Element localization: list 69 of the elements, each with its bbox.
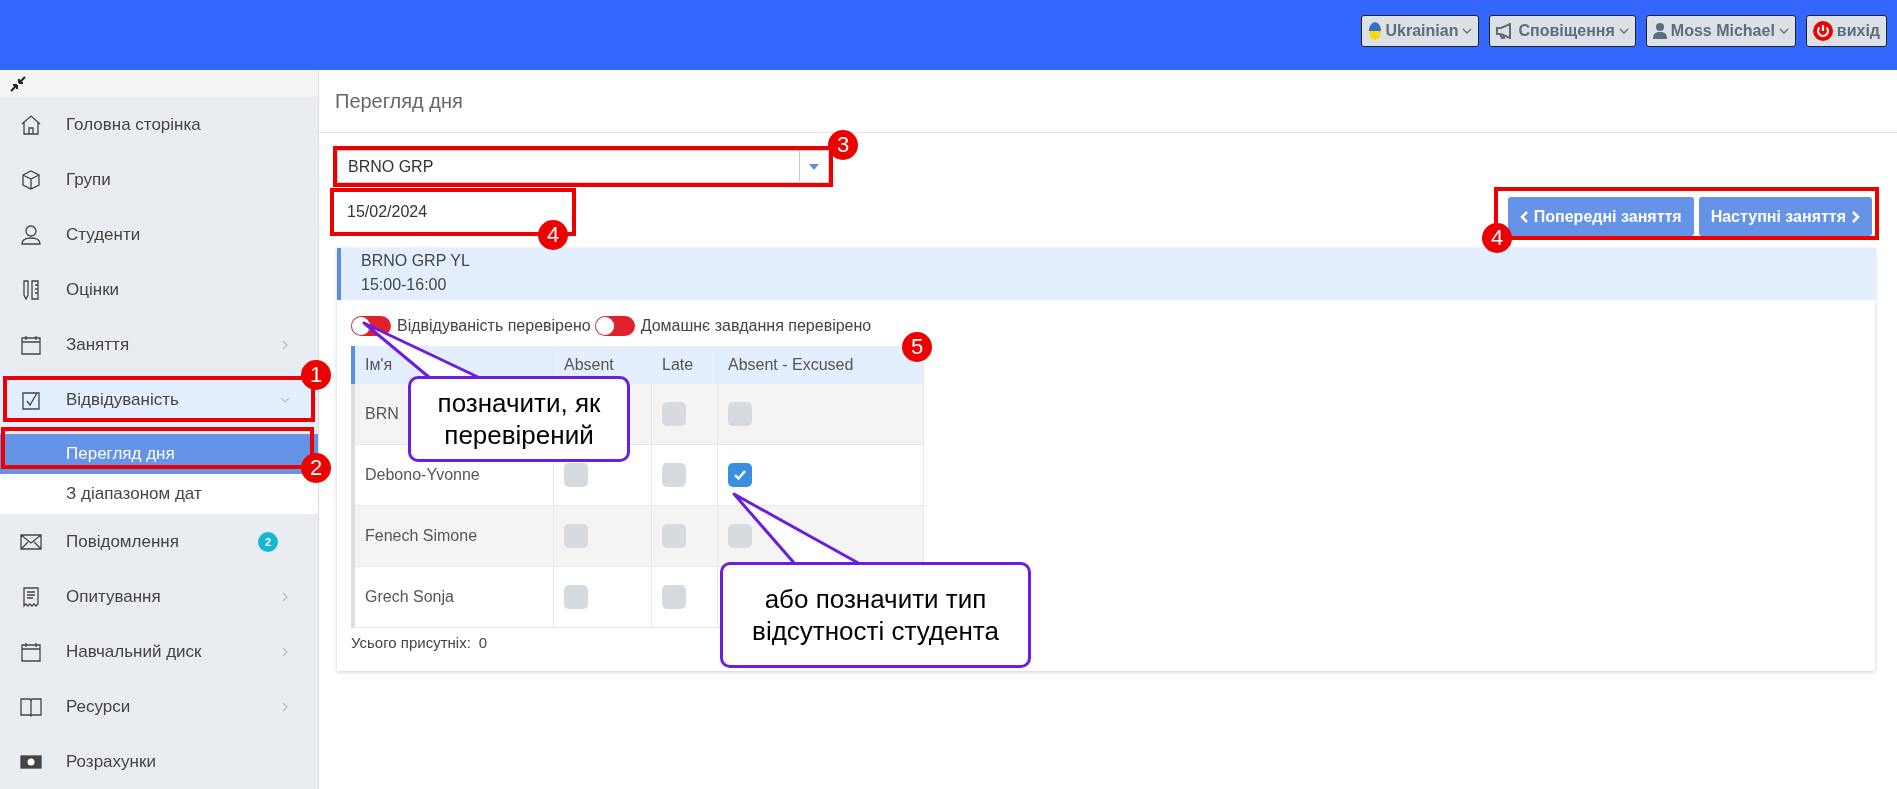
sidebar-item[interactable]: Ресурси: [0, 679, 318, 734]
sidebar-label: Відвідуваність: [66, 389, 180, 410]
top-bar-button[interactable]: Moss Michael: [1645, 15, 1796, 47]
student-name: Fenech Simone: [365, 527, 478, 544]
sidebar-label: Головна сторінка: [66, 114, 202, 135]
sidebar-item[interactable]: Опитування: [0, 569, 318, 624]
column-header: Late: [651, 346, 718, 384]
dropdown-icon: [809, 163, 819, 170]
page-title: Перегляд дня: [319, 70, 1897, 133]
student-name: Debono-Yvonne: [365, 466, 480, 483]
toggle-label: Відвідуваність перевірено: [397, 317, 591, 335]
sidebar-label: Повідомлення: [66, 531, 180, 552]
checkbox[interactable]: [564, 463, 588, 487]
sidebar-label: Студенти: [66, 224, 142, 245]
check-icon: [733, 469, 747, 481]
top-bar-button[interactable]: Сповіщення: [1489, 15, 1636, 47]
group-select[interactable]: BRNO GRP: [337, 150, 829, 183]
sidebar-label: Опитування: [66, 586, 162, 607]
checkbox[interactable]: [564, 585, 588, 609]
sidebar-label: Розрахунки: [66, 751, 157, 772]
sidebar-item[interactable]: Студенти: [0, 207, 318, 262]
checkbox[interactable]: [564, 524, 588, 548]
checkbox[interactable]: [662, 524, 686, 548]
collapse-icon[interactable]: [10, 75, 26, 92]
power-icon: [1812, 21, 1833, 41]
sidebar-item[interactable]: Повідомлення 2: [0, 514, 318, 569]
ruler-icon: [20, 278, 42, 301]
sidebar-label: Ресурси: [66, 696, 132, 717]
sidebar-item[interactable]: Головна сторінка: [0, 97, 318, 152]
book-icon: [20, 695, 42, 718]
toggle-label: Домашнє завдання перевірено: [640, 317, 872, 335]
student-name: BRN: [365, 405, 399, 422]
caret-icon: [1778, 28, 1789, 34]
chevron-left-icon: [1519, 210, 1529, 223]
sidebar-label: Заняття: [66, 334, 131, 355]
sidebar-label: Групи: [66, 169, 112, 190]
top-bar-button[interactable]: вихід: [1805, 15, 1887, 47]
checkbox[interactable]: [728, 463, 752, 487]
sidebar-item[interactable]: Групи: [0, 152, 318, 207]
sidebar-label: Навчальний диск: [66, 641, 203, 662]
lesson-name: BRNO GRP YL: [361, 252, 471, 270]
top-bar-button[interactable]: Ukrainian: [1360, 15, 1480, 47]
sidebar-label: Оцінки: [66, 279, 121, 300]
box-icon: [20, 168, 42, 191]
checkbox[interactable]: [662, 585, 686, 609]
flag-icon: [1367, 21, 1382, 41]
sidebar-subitem[interactable]: З діапазоном дат: [0, 474, 318, 514]
sidebar-item[interactable]: Оцінки: [0, 262, 318, 317]
sidebar-item[interactable]: Навчальний диск: [0, 624, 318, 679]
toggle-switch[interactable]: [594, 316, 635, 336]
sidebar-item[interactable]: Розрахунки: [0, 734, 318, 789]
checkbox[interactable]: [728, 402, 752, 426]
total-label: Усього присутніх:: [351, 634, 471, 651]
checkbox[interactable]: [728, 524, 752, 548]
calendar-icon: [20, 333, 42, 356]
chevron-right-icon: [1851, 210, 1860, 223]
lesson-time: 15:00-16:00: [361, 276, 448, 294]
caret-icon: [1618, 28, 1629, 34]
total-value: 0: [478, 634, 488, 651]
checkbox[interactable]: [662, 402, 686, 426]
person-icon: [20, 223, 42, 246]
receipt-icon: [20, 585, 42, 608]
caret-icon: [1462, 28, 1473, 34]
home-icon: [20, 113, 42, 136]
calendar-icon: [20, 640, 42, 663]
user-icon: [1652, 23, 1667, 39]
student-name: Grech Sonja: [365, 588, 454, 605]
checkbox[interactable]: [662, 463, 686, 487]
count-badge: 2: [258, 531, 278, 552]
